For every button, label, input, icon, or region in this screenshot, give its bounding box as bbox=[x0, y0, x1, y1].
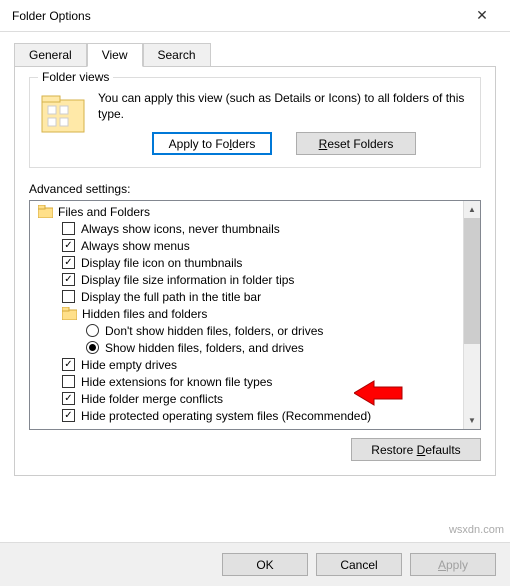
checkbox[interactable]: ✓ bbox=[62, 392, 75, 405]
tree-item-hide-empty[interactable]: ✓ Hide empty drives bbox=[34, 356, 459, 373]
reset-folders-button[interactable]: Reset Folders bbox=[296, 132, 416, 155]
tree-item-file-icon-thumb[interactable]: ✓ Display file icon on thumbnails bbox=[34, 254, 459, 271]
radio[interactable] bbox=[86, 324, 99, 337]
folder-views-icon bbox=[40, 94, 86, 134]
dialog-footer: OK Cancel Apply bbox=[0, 542, 510, 586]
scroll-down-button[interactable]: ▼ bbox=[464, 412, 480, 429]
checkbox[interactable]: ✓ bbox=[62, 409, 75, 422]
advanced-settings-label: Advanced settings: bbox=[29, 182, 481, 196]
tree-label: Display file icon on thumbnails bbox=[81, 256, 242, 270]
tree-label: Hidden files and folders bbox=[82, 307, 207, 321]
tree-label: Hide protected operating system files (R… bbox=[81, 409, 371, 423]
tree-radio-show-hidden[interactable]: Show hidden files, folders, and drives bbox=[34, 339, 459, 356]
tree-item-hide-os-files[interactable]: ✓ Hide protected operating system files (… bbox=[34, 407, 459, 424]
apply-button[interactable]: Apply bbox=[410, 553, 496, 576]
checkbox[interactable] bbox=[62, 290, 75, 303]
tab-panel-view: Folder views You can apply this view (su… bbox=[14, 66, 496, 476]
tree-label: Hide empty drives bbox=[81, 358, 177, 372]
tree-label: Always show icons, never thumbnails bbox=[81, 222, 280, 236]
cancel-button[interactable]: Cancel bbox=[316, 553, 402, 576]
restore-defaults-button[interactable]: Restore Defaults bbox=[351, 438, 481, 461]
checkbox[interactable] bbox=[62, 375, 75, 388]
tree-label: Files and Folders bbox=[58, 205, 150, 219]
tree-item-always-menus[interactable]: ✓ Always show menus bbox=[34, 237, 459, 254]
tree-label: Display file size information in folder … bbox=[81, 273, 294, 287]
folder-icon bbox=[38, 205, 53, 218]
ok-button[interactable]: OK bbox=[222, 553, 308, 576]
folder-views-title: Folder views bbox=[38, 70, 113, 84]
scroll-thumb[interactable] bbox=[464, 218, 480, 344]
radio[interactable] bbox=[86, 341, 99, 354]
tree-label: Display the full path in the title bar bbox=[81, 290, 261, 304]
tree-group-files-folders: Files and Folders bbox=[34, 203, 459, 220]
apply-to-folders-button[interactable]: Apply to Folders bbox=[152, 132, 272, 155]
tab-general[interactable]: General bbox=[14, 43, 87, 67]
scroll-up-button[interactable]: ▲ bbox=[464, 201, 480, 218]
tab-view[interactable]: View bbox=[87, 43, 143, 67]
tree-group-hidden-files: Hidden files and folders bbox=[34, 305, 459, 322]
watermark-text: wsxdn.com bbox=[449, 524, 504, 536]
tree-label: Show hidden files, folders, and drives bbox=[105, 341, 304, 355]
tree-label: Always show menus bbox=[81, 239, 190, 253]
scroll-track[interactable] bbox=[464, 218, 480, 412]
tree-scrollbar[interactable]: ▲ ▼ bbox=[463, 201, 480, 429]
window-title: Folder Options bbox=[8, 9, 462, 23]
folder-views-group: Folder views You can apply this view (su… bbox=[29, 77, 481, 168]
dialog-content: General View Search Folder views You can… bbox=[0, 32, 510, 476]
folder-icon bbox=[62, 307, 77, 320]
titlebar: Folder Options ✕ bbox=[0, 0, 510, 32]
tree-item-full-path-title[interactable]: Display the full path in the title bar bbox=[34, 288, 459, 305]
tree-label: Hide folder merge conflicts bbox=[81, 392, 223, 406]
checkbox[interactable] bbox=[62, 222, 75, 235]
tree-item-file-size-tips[interactable]: ✓ Display file size information in folder… bbox=[34, 271, 459, 288]
tab-search[interactable]: Search bbox=[143, 43, 211, 67]
tree-label: Don't show hidden files, folders, or dri… bbox=[105, 324, 323, 338]
checkbox[interactable]: ✓ bbox=[62, 239, 75, 252]
tree-radio-dont-show-hidden[interactable]: Don't show hidden files, folders, or dri… bbox=[34, 322, 459, 339]
folder-views-text: You can apply this view (such as Details… bbox=[98, 90, 470, 122]
tab-strip: General View Search bbox=[14, 43, 496, 67]
tree-item-always-icons[interactable]: Always show icons, never thumbnails bbox=[34, 220, 459, 237]
tree-label: Hide extensions for known file types bbox=[81, 375, 272, 389]
checkbox[interactable]: ✓ bbox=[62, 256, 75, 269]
checkbox[interactable]: ✓ bbox=[62, 273, 75, 286]
close-button[interactable]: ✕ bbox=[462, 0, 502, 32]
advanced-settings-tree: Files and Folders Always show icons, nev… bbox=[29, 200, 481, 430]
annotation-arrow-icon bbox=[354, 378, 404, 408]
checkbox[interactable]: ✓ bbox=[62, 358, 75, 371]
